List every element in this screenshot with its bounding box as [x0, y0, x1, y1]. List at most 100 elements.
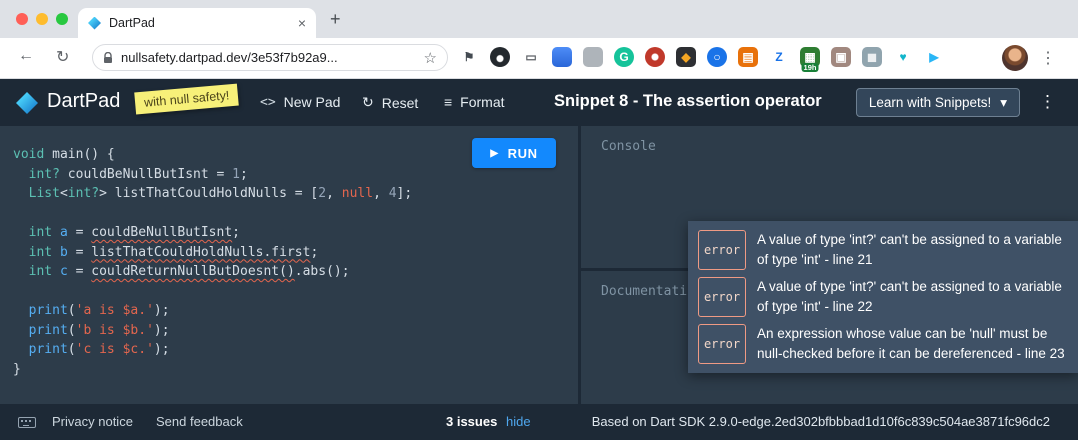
privacy-notice-link[interactable]: Privacy notice: [52, 414, 133, 429]
error-message: An expression whose value can be 'null' …: [757, 324, 1068, 364]
browser-tab-strip: DartPad × +: [0, 0, 1078, 38]
error-message: A value of type 'int?' can't be assigned…: [757, 230, 1068, 270]
error-badge: error: [698, 277, 746, 317]
window-controls: [16, 13, 68, 25]
new-pad-label: New Pad: [284, 94, 341, 110]
shield-extension-icon[interactable]: [551, 46, 573, 68]
tool-extension-icon: ◼: [862, 47, 882, 67]
zotero-extension-icon: Z: [769, 47, 789, 67]
address-bar[interactable]: nullsafety.dartpad.dev/3e53f7b92a9... ☆: [92, 44, 448, 71]
camera-extension-icon: [645, 47, 665, 67]
learn-with-snippets-button[interactable]: Learn with Snippets! ▾: [856, 88, 1020, 117]
hearts-extension-icon: ♥: [893, 47, 913, 67]
new-pad-button[interactable]: <> New Pad: [260, 94, 340, 110]
format-button[interactable]: ≡ Format: [444, 94, 505, 110]
timer-extension-icon[interactable]: ▦19h: [799, 46, 821, 68]
chevron-down-icon: ▾: [1000, 95, 1007, 111]
format-label: Format: [460, 94, 504, 110]
code-line: [13, 204, 412, 224]
overflow-menu-icon[interactable]: ⋮: [1039, 92, 1056, 112]
flag-extension-icon[interactable]: ⚑: [458, 46, 480, 68]
wave-extension-icon: ▶: [924, 47, 944, 67]
reset-label: Reset: [382, 95, 419, 111]
error-row: error A value of type 'int?' can't be ass…: [698, 277, 1068, 317]
code-line: void main() {: [13, 145, 412, 165]
hearts-extension-icon[interactable]: ♥: [892, 46, 914, 68]
notebook-extension-icon[interactable]: ▤: [737, 46, 759, 68]
browser-menu-icon[interactable]: ⋮: [1040, 48, 1056, 68]
extensions-row: ⚑ ▭ G ◆ ○ ▤ Z ▦19h ▣ ◼ ♥ ▶: [458, 46, 945, 68]
code-area[interactable]: void main() { int? couldBeNullButIsnt = …: [13, 145, 412, 379]
box-extension-icon[interactable]: ▣: [830, 46, 852, 68]
camera-extension-icon[interactable]: [644, 46, 666, 68]
github-extension-icon: [490, 47, 510, 67]
blue-ring-extension-icon[interactable]: ○: [706, 46, 728, 68]
dartpad-header: DartPad with null safety! <> New Pad ↻ R…: [0, 79, 1078, 126]
grammarly-extension-icon[interactable]: G: [613, 46, 635, 68]
box-extension-icon: ▣: [831, 47, 851, 67]
code-line: int c = couldReturnNullButDoesnt().abs()…: [13, 262, 412, 282]
laptop-extension-icon[interactable]: ▭: [520, 46, 542, 68]
code-editor-panel[interactable]: void main() { int? couldBeNullButIsnt = …: [0, 126, 578, 404]
sdk-version-text: Based on Dart SDK 2.9.0-edge.2ed302bfbbb…: [592, 414, 1050, 429]
tab-title: DartPad: [109, 16, 298, 30]
reset-icon: ↻: [362, 94, 374, 111]
reset-button[interactable]: ↻ Reset: [362, 94, 418, 111]
github-extension-icon[interactable]: [489, 46, 511, 68]
issues-count[interactable]: 3 issues: [446, 414, 497, 429]
code-line: int b = listThatCouldHoldNulls.first;: [13, 243, 412, 263]
main-area: void main() { int? couldBeNullButIsnt = …: [0, 126, 1078, 404]
browser-toolbar: ← ↻ nullsafety.dartpad.dev/3e53f7b92a9..…: [0, 38, 1078, 79]
error-row: error A value of type 'int?' can't be ass…: [698, 230, 1068, 270]
lock-icon: [103, 52, 113, 64]
puzzle-extension-icon[interactable]: [582, 46, 604, 68]
zotero-extension-icon[interactable]: Z: [768, 46, 790, 68]
dartpad-favicon-icon: [88, 17, 101, 30]
puzzle-extension-icon: [583, 47, 603, 67]
run-button[interactable]: ▶ RUN: [472, 138, 556, 168]
minimize-window-button[interactable]: [36, 13, 48, 25]
screenshot-extension-icon[interactable]: ◆: [675, 46, 697, 68]
screen: DartPad × + ← ↻ nullsafety.dartpad.dev/3…: [0, 0, 1078, 440]
browser-tab[interactable]: DartPad ×: [78, 8, 316, 38]
url-text[interactable]: nullsafety.dartpad.dev/3e53f7b92a9...: [121, 50, 416, 65]
code-line: List<int?> listThatCouldHoldNulls = [2, …: [13, 184, 412, 204]
shield-extension-icon: [552, 47, 572, 67]
refresh-icon[interactable]: ↻: [56, 47, 69, 67]
screenshot-extension-icon: ◆: [676, 47, 696, 67]
snippet-title: Snippet 8 - The assertion operator: [554, 92, 822, 111]
laptop-extension-icon: ▭: [521, 47, 541, 67]
run-label: RUN: [508, 146, 538, 161]
code-line: print('c is $c.');: [13, 340, 412, 360]
grammarly-extension-icon: G: [614, 47, 634, 67]
notebook-extension-icon: ▤: [738, 47, 758, 67]
null-safety-note: with null safety!: [134, 84, 239, 115]
blue-ring-extension-icon: ○: [707, 47, 727, 67]
hide-issues-link[interactable]: hide: [506, 414, 531, 429]
format-lines-icon: ≡: [444, 94, 452, 110]
fullscreen-window-button[interactable]: [56, 13, 68, 25]
code-line: print('b is $b.');: [13, 321, 412, 341]
error-badge: error: [698, 324, 746, 364]
close-window-button[interactable]: [16, 13, 28, 25]
code-line: int? couldBeNullButIsnt = 1;: [13, 165, 412, 185]
error-message: A value of type 'int?' can't be assigned…: [757, 277, 1068, 317]
error-badge: error: [698, 230, 746, 270]
code-line: [13, 282, 412, 302]
code-line: }: [13, 360, 412, 380]
wave-extension-icon[interactable]: ▶: [923, 46, 945, 68]
bookmark-star-icon[interactable]: ☆: [424, 49, 437, 67]
profile-avatar[interactable]: [1002, 45, 1028, 71]
error-row: error An expression whose value can be 'n…: [698, 324, 1068, 364]
flag-extension-icon: ⚑: [459, 47, 479, 67]
back-icon[interactable]: ←: [18, 47, 34, 65]
send-feedback-link[interactable]: Send feedback: [156, 414, 243, 429]
new-tab-button[interactable]: +: [330, 9, 341, 30]
learn-label: Learn with Snippets!: [869, 95, 991, 110]
footer: Privacy notice Send feedback 3 issues hi…: [0, 404, 1078, 440]
tool-extension-icon[interactable]: ◼: [861, 46, 883, 68]
keyboard-icon[interactable]: [18, 417, 36, 428]
tab-close-icon[interactable]: ×: [298, 16, 306, 30]
code-brackets-icon: <>: [260, 95, 276, 110]
dartpad-wordmark: DartPad: [47, 90, 120, 113]
